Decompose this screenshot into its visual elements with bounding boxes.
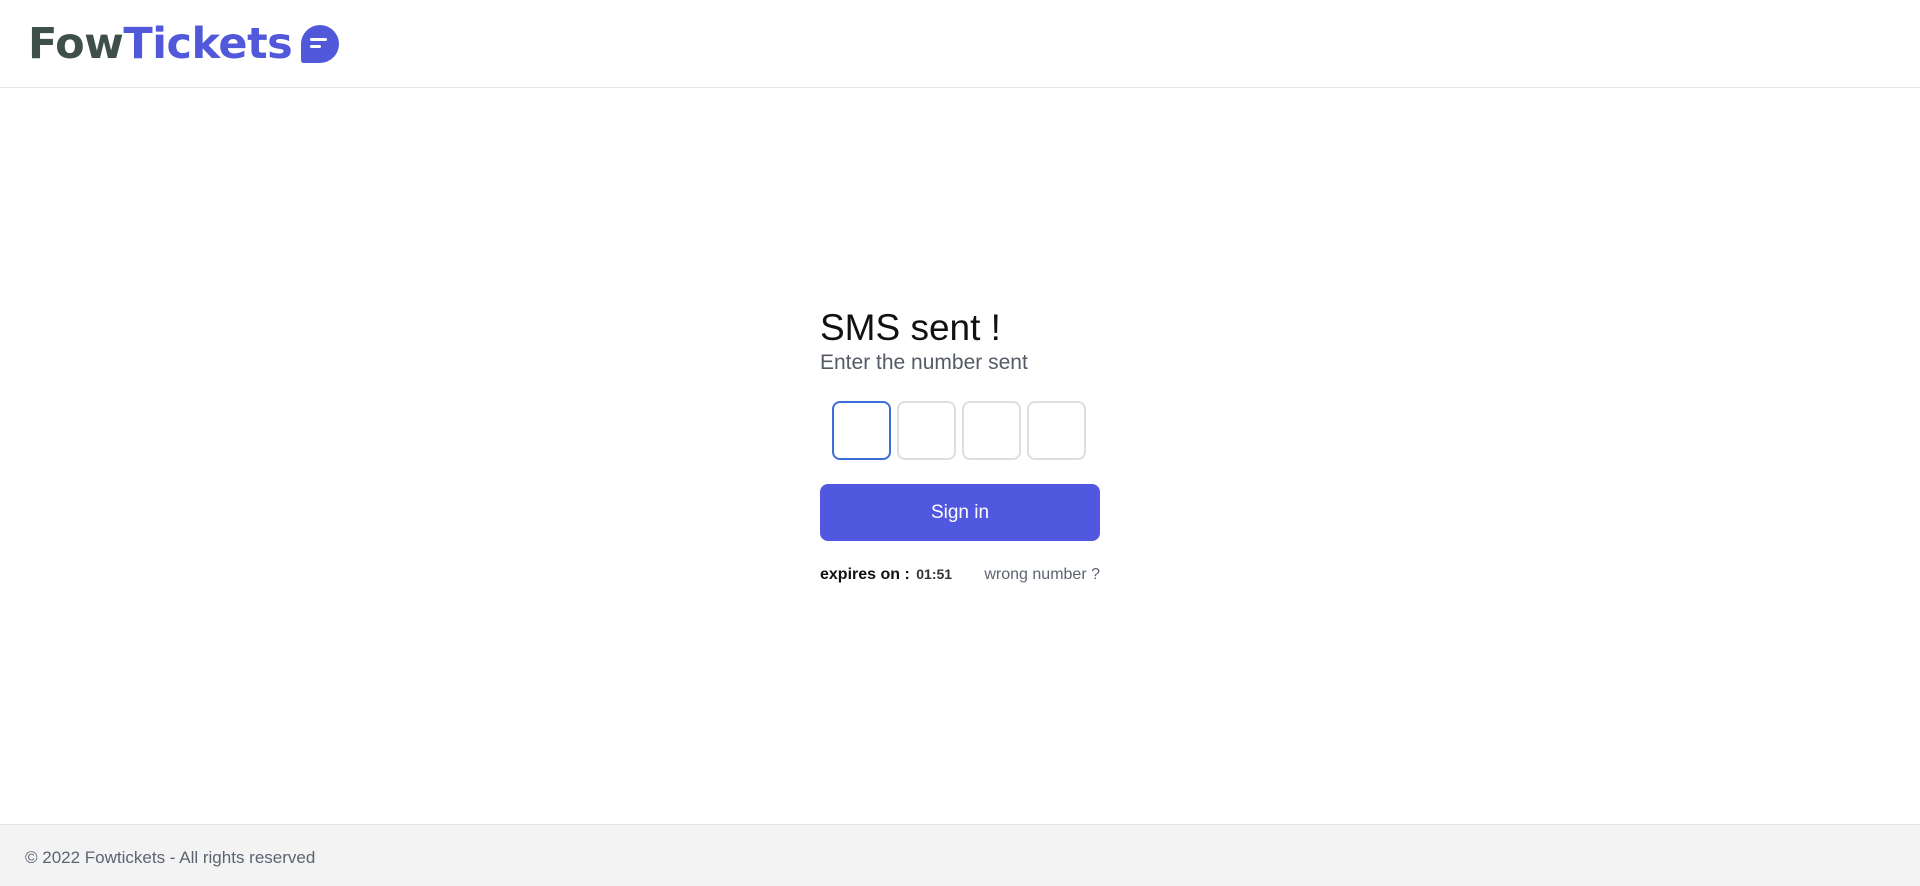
code-input-group: [832, 401, 1100, 460]
sms-verification-form: SMS sent ! Enter the number sent Sign in…: [820, 306, 1100, 584]
copyright-text: © 2022 Fowtickets - All rights reserved: [25, 848, 316, 867]
logo-text-part1: Fow: [28, 19, 124, 69]
code-digit-3-input[interactable]: [962, 401, 1021, 460]
chat-bubble-icon: [300, 24, 340, 64]
expiry-info: expires on : 01:51: [820, 566, 952, 584]
page-title: SMS sent !: [820, 307, 1001, 348]
footer: © 2022 Fowtickets - All rights reserved: [0, 824, 1920, 886]
header: FowTickets: [0, 0, 1920, 88]
sign-in-button[interactable]: Sign in: [820, 484, 1100, 541]
code-digit-2-input[interactable]: [897, 401, 956, 460]
expiry-countdown: 01:51: [916, 566, 953, 582]
logo-text: FowTickets: [28, 18, 293, 70]
page: FowTickets SMS sent ! Enter the number s…: [0, 0, 1920, 886]
code-digit-4-input[interactable]: [1027, 401, 1086, 460]
page-subtitle: Enter the number sent: [820, 351, 1028, 374]
expiry-label: expires on :: [820, 566, 910, 583]
wrong-number-link[interactable]: wrong number ?: [984, 566, 1100, 584]
code-meta-row: expires on : 01:51 wrong number ?: [820, 566, 1100, 584]
logo-text-part2: Tickets: [123, 19, 293, 69]
code-digit-1-input[interactable]: [832, 401, 891, 460]
brand-logo[interactable]: FowTickets: [28, 18, 340, 70]
